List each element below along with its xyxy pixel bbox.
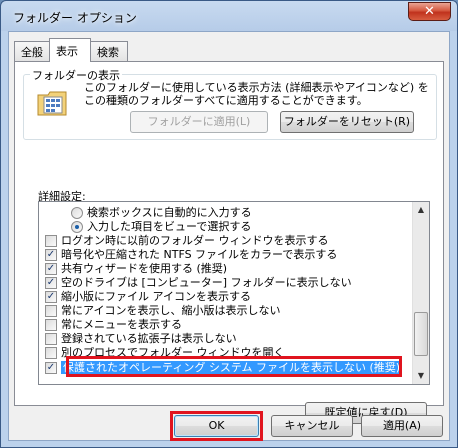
- advanced-settings-list[interactable]: 検索ボックスに自動的に入力する 入力した項目をビューで選択する ログオン時に以前…: [38, 201, 430, 385]
- checkbox-checked[interactable]: ✓: [45, 249, 57, 261]
- radio-checked[interactable]: [71, 221, 83, 233]
- scroll-down-icon[interactable]: ▼: [413, 368, 429, 384]
- reset-folders-button[interactable]: フォルダーをリセット(R): [280, 111, 414, 133]
- scroll-thumb[interactable]: [414, 312, 428, 356]
- view-tab-panel: フォルダーの表示 このフォルダーに使用している表示方法 (詳細表示やアイコンなど…: [14, 61, 444, 424]
- checkbox-unchecked[interactable]: [45, 347, 57, 359]
- checkbox-checked[interactable]: ✓: [45, 362, 57, 374]
- list-scrollbar[interactable]: ▲ ▼: [412, 202, 429, 384]
- tab-search[interactable]: 検索: [90, 41, 128, 61]
- scroll-up-icon[interactable]: ▲: [413, 202, 429, 218]
- checkbox-checked[interactable]: ✓: [45, 277, 57, 289]
- checkbox-unchecked[interactable]: [45, 235, 57, 247]
- window-title: フォルダー オプション: [13, 11, 137, 25]
- checkbox-checked[interactable]: ✓: [45, 291, 57, 303]
- checkbox-unchecked[interactable]: [45, 305, 57, 317]
- radio-unchecked[interactable]: [71, 207, 83, 219]
- checkbox-unchecked[interactable]: [45, 333, 57, 345]
- apply-to-folders-button[interactable]: フォルダーに適用(L): [130, 111, 268, 133]
- tab-view[interactable]: 表示: [49, 38, 91, 62]
- dialog-client: 全般 表示 検索 フォルダーの表示 このフォルダーに使用している表示方法 (詳細…: [8, 31, 450, 441]
- close-button[interactable]: ✕: [408, 2, 451, 21]
- checkbox-checked[interactable]: ✓: [45, 263, 57, 275]
- folder-views-description: このフォルダーに使用している表示方法 (詳細表示やアイコンなど) をこの種類のフ…: [84, 81, 429, 107]
- apply-button[interactable]: 適用(A): [361, 415, 443, 437]
- folder-view-icon: [37, 91, 67, 116]
- checkbox-unchecked[interactable]: [45, 319, 57, 331]
- ok-button[interactable]: OK: [174, 415, 259, 437]
- title-bar[interactable]: フォルダー オプション ✕: [1, 1, 457, 31]
- cancel-button[interactable]: キャンセル: [271, 415, 353, 437]
- folder-options-window: フォルダー オプション ✕ 全般 表示 検索 フォルダーの表示 このフォルダーに…: [0, 0, 458, 448]
- tab-general[interactable]: 全般: [14, 41, 50, 61]
- folder-views-group: フォルダーの表示 このフォルダーに使用している表示方法 (詳細表示やアイコンなど…: [23, 67, 437, 140]
